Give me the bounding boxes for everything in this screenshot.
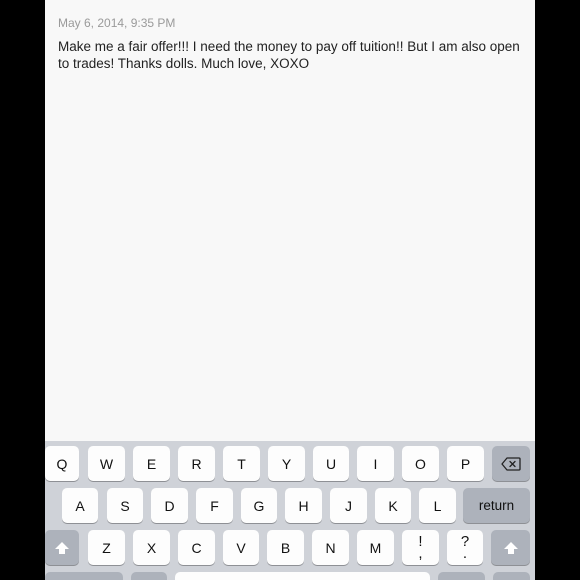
key-k[interactable]: K [375,488,411,523]
key-exclaim-comma-glyphs: ! , [418,534,423,562]
key-b[interactable]: B [267,530,304,565]
keyboard: Q W E R T Y U I O P A S D F G H J K L re… [45,441,535,580]
shift-key-right[interactable] [491,530,530,565]
key-c[interactable]: C [178,530,215,565]
key-z[interactable]: Z [88,530,125,565]
key-w[interactable]: W [88,446,125,481]
screen: May 6, 2014, 9:35 PM Make me a fair offe… [45,0,535,580]
key-f[interactable]: F [196,488,233,523]
key-u[interactable]: U [313,446,349,481]
note-body-text[interactable]: Make me a fair offer!!! I need the money… [58,38,523,72]
hide-keyboard-key[interactable] [493,572,530,580]
key-exclaim-comma[interactable]: ! , [402,530,439,565]
key-s[interactable]: S [107,488,143,523]
shift-icon [54,541,70,555]
key-q[interactable]: Q [45,446,79,481]
shift-icon [503,541,519,555]
key-j[interactable]: J [330,488,367,523]
key-o[interactable]: O [402,446,439,481]
key-e[interactable]: E [133,446,170,481]
key-period-label: . [462,544,468,562]
key-i[interactable]: I [357,446,394,481]
globe-key[interactable] [131,572,167,580]
key-l[interactable]: L [419,488,456,523]
shift-key-left[interactable] [45,530,79,565]
key-g[interactable]: G [241,488,277,523]
key-n[interactable]: N [312,530,349,565]
delete-key[interactable] [492,446,530,481]
numbers-key-left[interactable] [45,572,123,580]
key-comma-label: , [418,544,423,562]
key-x[interactable]: X [133,530,170,565]
key-t[interactable]: T [223,446,260,481]
key-question-period[interactable]: ? . [447,530,483,565]
key-p[interactable]: P [447,446,484,481]
key-r[interactable]: R [178,446,215,481]
key-y[interactable]: Y [268,446,305,481]
key-question-period-glyphs: ? . [461,534,469,562]
delete-icon [501,456,521,471]
key-a[interactable]: A [62,488,98,523]
key-d[interactable]: D [151,488,188,523]
key-v[interactable]: V [223,530,259,565]
note-date: May 6, 2014, 9:35 PM [58,16,176,30]
key-m[interactable]: M [357,530,394,565]
key-h[interactable]: H [285,488,322,523]
space-key[interactable] [175,572,430,580]
return-key[interactable]: return [463,488,530,523]
numbers-key-right[interactable] [438,572,485,580]
note-area[interactable]: May 6, 2014, 9:35 PM Make me a fair offe… [45,0,535,441]
